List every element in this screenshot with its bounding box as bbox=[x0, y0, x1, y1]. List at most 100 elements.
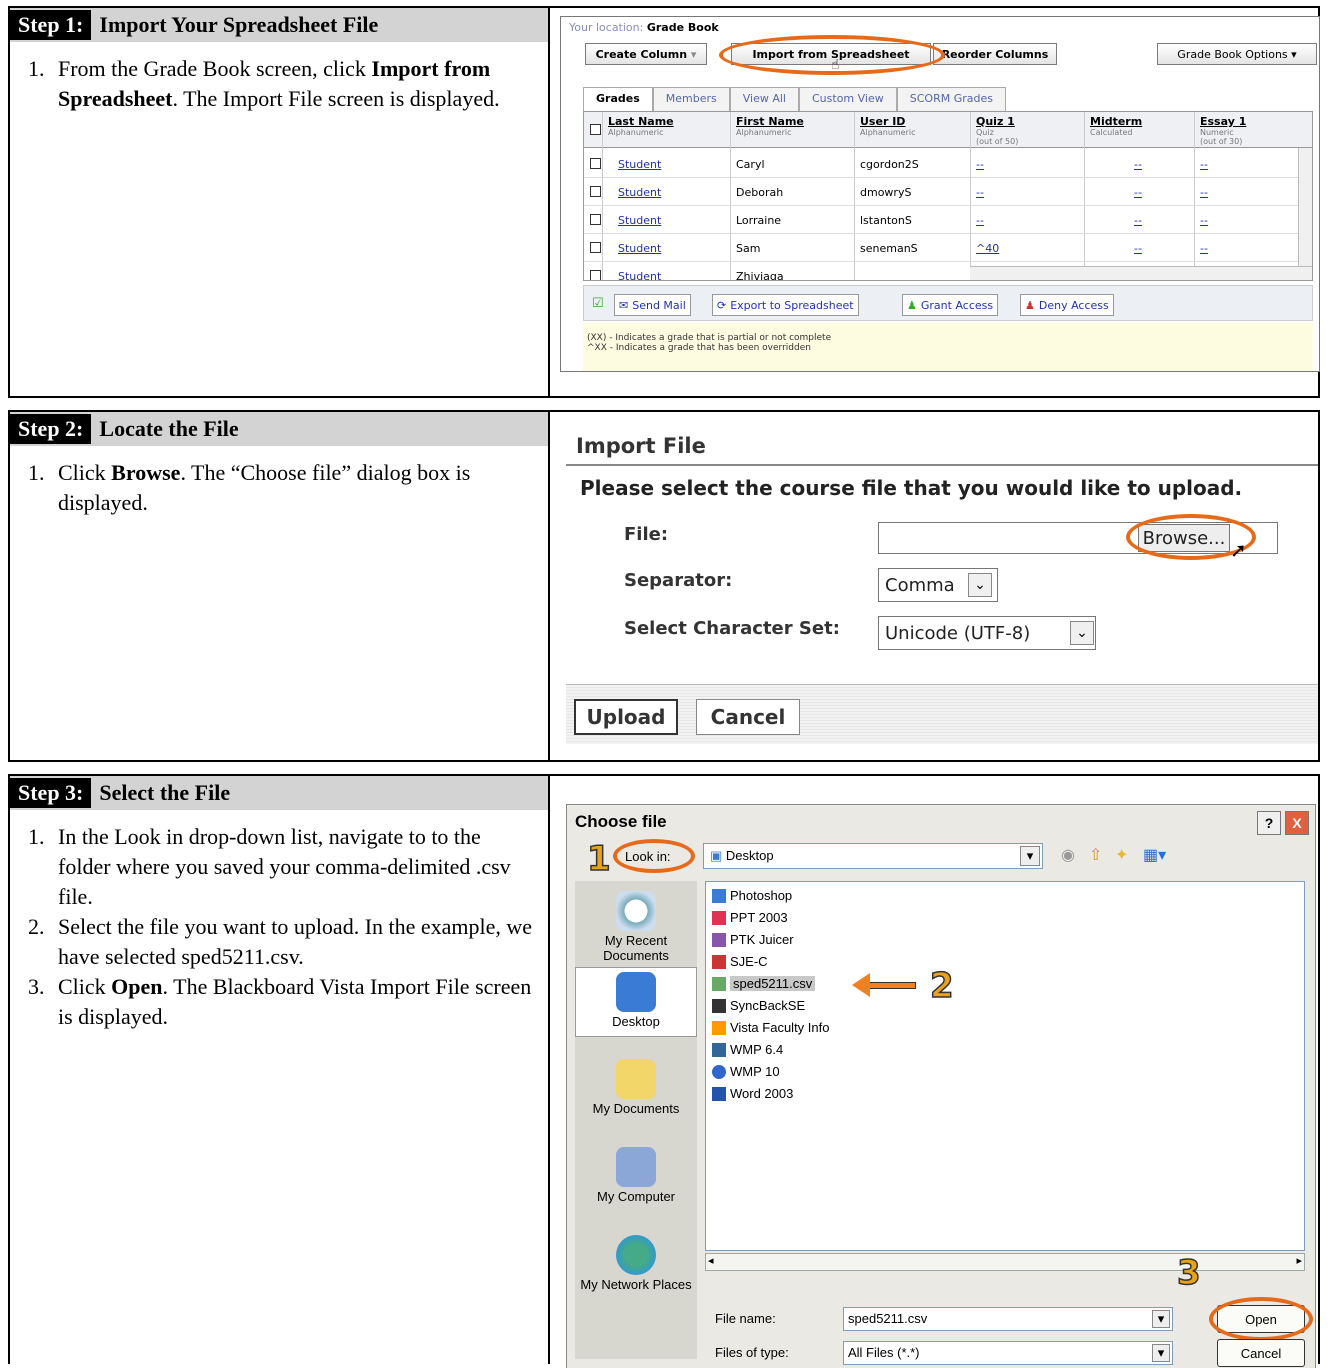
cancel-button[interactable]: Cancel bbox=[1217, 1339, 1305, 1367]
row-checkbox[interactable] bbox=[590, 158, 601, 169]
grade-book-footer: ☑ ✉ Send Mail ⟳ Export to Spreadsheet ♟ Gra… bbox=[583, 285, 1313, 321]
list-item[interactable]: PTK Juicer bbox=[712, 932, 794, 947]
list-item[interactable]: WMP 10 bbox=[712, 1064, 780, 1079]
shortcut-icon bbox=[712, 998, 726, 1013]
help-button[interactable]: ? bbox=[1257, 811, 1281, 835]
table-row: Student Deborah dmowryS -- -- -- bbox=[584, 178, 1312, 206]
places-bar: My Recent Documents Desktop My Documents… bbox=[575, 881, 697, 1359]
list-item[interactable]: SJE-C bbox=[712, 954, 768, 969]
list-item[interactable]: Word 2003 bbox=[712, 1086, 793, 1101]
highlight-oval bbox=[613, 839, 695, 873]
cursor-icon: ☝ bbox=[831, 57, 840, 73]
my-documents-icon bbox=[616, 1059, 656, 1099]
tab-members[interactable]: Members bbox=[652, 87, 730, 111]
table-row: Student Caryl cgordon2S -- -- -- bbox=[584, 150, 1312, 178]
back-icon[interactable]: ◉ bbox=[1061, 845, 1075, 865]
list-item[interactable]: SyncBackSE bbox=[712, 998, 805, 1013]
files-of-type-select[interactable]: All Files (*.*) ▾ bbox=[843, 1341, 1173, 1365]
folder-icon bbox=[712, 888, 726, 903]
col-quiz-1[interactable]: Quiz 1 Quiz (out of 50) bbox=[976, 115, 1018, 146]
reorder-columns-button[interactable]: Reorder Columns bbox=[933, 43, 1057, 65]
vertical-scrollbar[interactable] bbox=[1298, 148, 1312, 268]
step2-title: Locate the File bbox=[99, 416, 239, 441]
grade-book-tabs: Grades Members View All Custom View SCOR… bbox=[583, 87, 1006, 111]
place-my-documents[interactable]: My Documents bbox=[575, 1059, 697, 1116]
export-to-spreadsheet-button[interactable]: ⟳ Export to Spreadsheet bbox=[712, 294, 859, 316]
scroll-left-icon[interactable]: ◂ bbox=[708, 1254, 714, 1267]
table-row: Student Sam senemanS ^40 -- -- bbox=[584, 234, 1312, 262]
form-button-bar: Upload Cancel bbox=[566, 684, 1318, 744]
step1-instructions: 1. From the Grade Book screen, click Imp… bbox=[10, 54, 548, 114]
table-header: Last Name Alphanumeric First Name Alphanum… bbox=[584, 112, 1312, 148]
step3-instructions: 1. In the Look in drop-down list, naviga… bbox=[10, 822, 548, 1032]
list-item[interactable]: PPT 2003 bbox=[712, 910, 788, 925]
instruction-item: 1. Click Browse. The “Choose file” dialo… bbox=[28, 460, 471, 515]
tab-custom-view[interactable]: Custom View bbox=[799, 87, 897, 111]
list-item[interactable]: Vista Faculty Info bbox=[712, 1020, 829, 1035]
view-menu-icon[interactable]: ▦▾ bbox=[1143, 845, 1166, 865]
grant-access-button[interactable]: ♟ Grant Access bbox=[902, 294, 999, 316]
step3-label: Step 3: bbox=[10, 778, 92, 808]
step3-row: Step 3: Select the File 1. In the Look i… bbox=[8, 774, 1320, 1368]
send-mail-button[interactable]: ✉ Send Mail bbox=[614, 294, 691, 316]
list-item[interactable]: Photoshop bbox=[712, 888, 792, 903]
row-checkbox[interactable] bbox=[590, 186, 601, 197]
horizontal-scrollbar[interactable] bbox=[970, 266, 1312, 280]
shortcut-icon bbox=[712, 954, 726, 969]
import-prompt: Please select the course file that you w… bbox=[580, 476, 1243, 500]
scroll-right-icon[interactable]: ▸ bbox=[1296, 1254, 1302, 1267]
chevron-down-icon[interactable]: ⌄ bbox=[1070, 621, 1094, 645]
file-name-input[interactable]: sped5211.csv ▾ bbox=[843, 1307, 1173, 1331]
chevron-down-icon[interactable]: ⌄ bbox=[968, 573, 992, 597]
upload-button[interactable]: Upload bbox=[574, 699, 678, 735]
choose-file-dialog: Choose file ? X 1 Look in: ▣ Desktop ▾ ◉… bbox=[566, 804, 1316, 1368]
import-file-title: Import File bbox=[566, 428, 1318, 466]
my-computer-icon bbox=[616, 1147, 656, 1187]
col-last-name[interactable]: Last Name Alphanumeric bbox=[608, 115, 674, 137]
deny-access-button[interactable]: ♟ Deny Access bbox=[1020, 294, 1114, 316]
chevron-down-icon[interactable]: ▾ bbox=[1152, 1310, 1170, 1328]
highlight-oval bbox=[1209, 1297, 1313, 1341]
new-folder-icon[interactable]: ✦ bbox=[1115, 845, 1128, 865]
file-label: File: bbox=[624, 524, 669, 545]
step2-header: Step 2: Locate the File bbox=[10, 412, 548, 446]
place-my-network-places[interactable]: My Network Places bbox=[575, 1235, 697, 1292]
col-essay-1[interactable]: Essay 1 Numeric (out of 30) bbox=[1200, 115, 1246, 146]
col-first-name[interactable]: First Name Alphanumeric bbox=[736, 115, 804, 137]
grades-table: Last Name Alphanumeric First Name Alphanum… bbox=[583, 111, 1313, 281]
row-checkbox[interactable] bbox=[590, 270, 601, 280]
row-checkbox[interactable] bbox=[590, 214, 601, 225]
place-recent-documents[interactable]: My Recent Documents bbox=[575, 891, 697, 963]
shortcut-icon bbox=[712, 1042, 726, 1057]
row-checkbox[interactable] bbox=[590, 242, 601, 253]
grade-book-options-button[interactable]: Grade Book Options ▾ bbox=[1157, 43, 1317, 65]
col-midterm[interactable]: Midterm Calculated bbox=[1090, 115, 1142, 137]
col-user-id[interactable]: User ID Alphanumeric bbox=[860, 115, 916, 137]
look-in-select[interactable]: ▣ Desktop ▾ bbox=[703, 843, 1043, 869]
step3-title: Select the File bbox=[99, 780, 231, 805]
network-places-icon bbox=[616, 1235, 656, 1275]
desktop-icon: ▣ bbox=[710, 848, 723, 863]
chevron-down-icon[interactable]: ▾ bbox=[1020, 846, 1040, 866]
step1-row: Step 1: Import Your Spreadsheet File 1. … bbox=[8, 6, 1320, 398]
shortcut-icon bbox=[712, 932, 726, 947]
tab-grades[interactable]: Grades bbox=[583, 87, 653, 111]
create-column-button[interactable]: Create Column ▾ bbox=[585, 43, 707, 65]
charset-select[interactable]: Unicode (UTF-8) bbox=[878, 616, 1096, 650]
list-item[interactable]: WMP 6.4 bbox=[712, 1042, 783, 1057]
list-item-selected[interactable]: sped5211.csv bbox=[712, 976, 816, 991]
select-all-checkbox[interactable] bbox=[590, 124, 601, 135]
tab-view-all[interactable]: View All bbox=[729, 87, 799, 111]
place-my-computer[interactable]: My Computer bbox=[575, 1147, 697, 1204]
close-button[interactable]: X bbox=[1285, 811, 1309, 835]
cancel-button[interactable]: Cancel bbox=[696, 699, 800, 735]
tab-scorm-grades[interactable]: SCORM Grades bbox=[896, 87, 1006, 111]
horizontal-scrollbar[interactable]: ◂ ▸ bbox=[705, 1253, 1305, 1271]
place-desktop[interactable]: Desktop bbox=[575, 967, 697, 1037]
breadcrumb: Your location: Grade Book bbox=[569, 21, 719, 34]
step1-screenshot: Your location: Grade Book Create Column … bbox=[550, 8, 1320, 396]
chevron-down-icon[interactable]: ▾ bbox=[1152, 1344, 1170, 1362]
step3-screenshot: Choose file ? X 1 Look in: ▣ Desktop ▾ ◉… bbox=[550, 776, 1318, 1368]
up-folder-icon[interactable]: ⇧ bbox=[1089, 845, 1102, 865]
desktop-icon bbox=[616, 972, 656, 1012]
